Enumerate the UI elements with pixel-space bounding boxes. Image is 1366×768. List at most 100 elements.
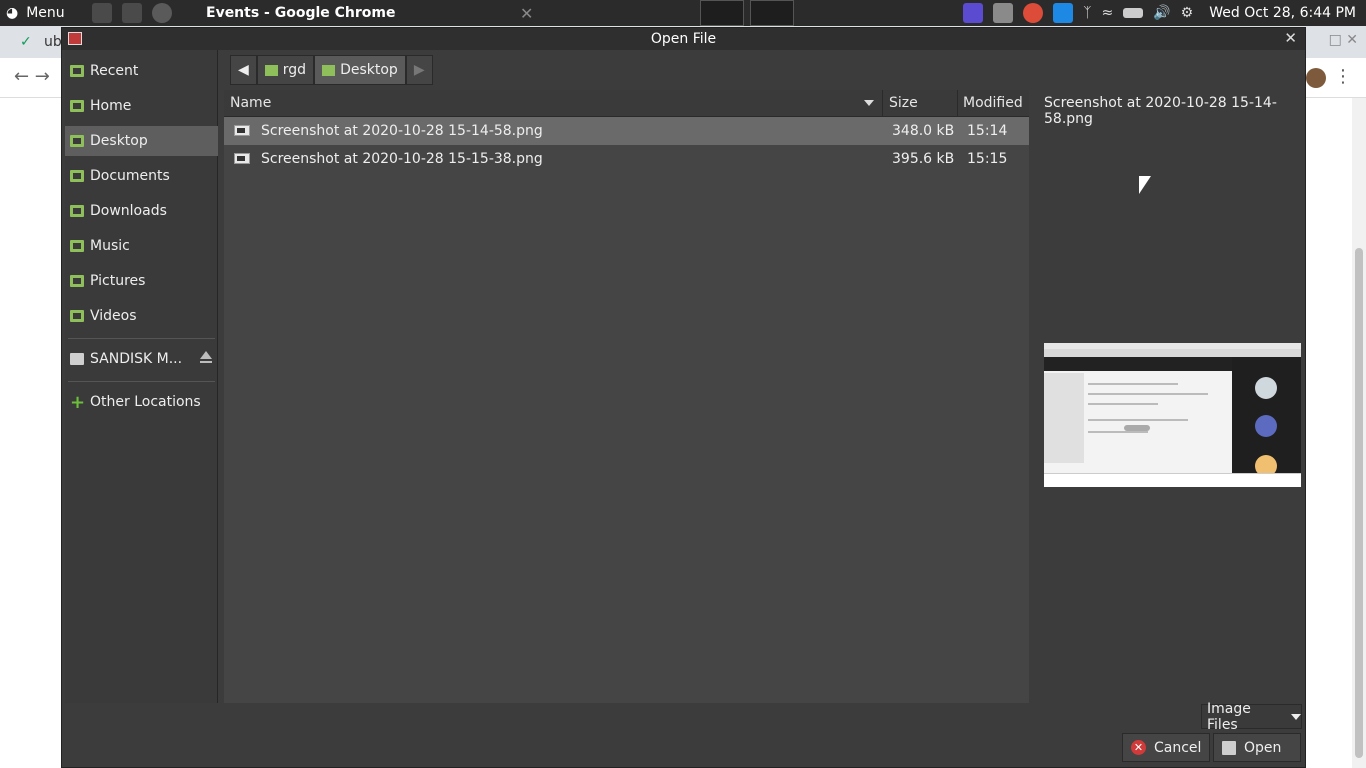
place-documents[interactable]: Documents	[65, 161, 218, 191]
place-music[interactable]: Music	[65, 231, 218, 261]
browser-tab-label[interactable]: ub	[44, 34, 62, 50]
image-file-icon	[234, 125, 250, 136]
chromium-launcher-icon[interactable]	[152, 3, 172, 23]
place-pictures[interactable]: Pictures	[65, 266, 218, 296]
taskbar	[700, 0, 890, 26]
eject-icon[interactable]	[200, 351, 212, 363]
cancel-label: Cancel	[1154, 739, 1202, 756]
desktop-folder-icon	[70, 135, 84, 147]
place-label: Music	[90, 238, 130, 254]
page-scrollbar[interactable]	[1352, 98, 1366, 768]
path-segment-label: Desktop	[340, 62, 398, 78]
place-label: Downloads	[90, 203, 167, 219]
filter-label: Image Files	[1207, 700, 1251, 733]
menu-button[interactable]: ◕ Menu	[0, 5, 80, 21]
place-label: Documents	[90, 168, 170, 184]
column-divider[interactable]	[957, 90, 958, 117]
column-divider[interactable]	[882, 90, 883, 117]
chevron-right-icon: ▶	[413, 62, 425, 78]
downloads-folder-icon	[70, 205, 84, 217]
dialog-app-icon	[68, 32, 82, 45]
file-row[interactable]: Screenshot at 2020-10-28 15-15-38.png 39…	[224, 145, 1029, 173]
chevron-left-icon: ◀	[238, 62, 249, 78]
browser-window-controls-icon[interactable]: □ ✕	[1329, 32, 1358, 48]
clock[interactable]: Wed Oct 28, 6:44 PM	[1209, 5, 1356, 21]
path-segment-desktop[interactable]: Desktop	[314, 55, 406, 85]
path-forward-button[interactable]: ▶	[405, 55, 433, 85]
app-tray-icon[interactable]	[963, 3, 984, 23]
wifi-icon[interactable]: ≈	[1102, 5, 1114, 21]
path-segment-label: rgd	[282, 62, 307, 78]
place-label: Recent	[90, 63, 139, 79]
file-modified: 15:15	[967, 151, 1008, 167]
cancel-icon: ✕	[1131, 740, 1146, 755]
plus-icon: +	[70, 391, 86, 413]
place-downloads[interactable]: Downloads	[65, 196, 218, 226]
taskbar-item-vscode[interactable]	[700, 0, 744, 26]
file-size: 348.0 kB	[892, 123, 955, 139]
music-folder-icon	[70, 240, 84, 252]
videos-folder-icon	[70, 310, 84, 322]
file-name: Screenshot at 2020-10-28 15-15-38.png	[261, 151, 543, 167]
column-modified[interactable]: Modified	[963, 95, 1023, 111]
dialog-titlebar: Open File ✕	[62, 28, 1305, 50]
pictures-folder-icon	[70, 275, 84, 287]
battery-icon[interactable]	[1123, 8, 1144, 18]
open-icon	[1222, 740, 1236, 755]
chrome-tray-icon[interactable]	[1023, 3, 1044, 23]
back-arrow-icon[interactable]: ← →	[14, 66, 50, 87]
settings-gear-icon[interactable]: ⚙	[1181, 5, 1194, 21]
taskbar-item-window[interactable]	[750, 0, 794, 26]
tab-favicon-icon: ✓	[20, 34, 32, 50]
profile-avatar[interactable]	[1306, 68, 1326, 88]
place-recent[interactable]: Recent	[65, 56, 218, 86]
text-editor-launcher-icon[interactable]	[122, 3, 142, 23]
drive-icon	[70, 353, 84, 365]
system-tray: ᛉ ≈ 🔊 ⚙ Wed Oct 28, 6:44 PM	[963, 3, 1366, 23]
mouse-cursor-icon	[1139, 176, 1151, 194]
place-sandisk-drive[interactable]: SANDISK M...	[65, 344, 218, 374]
column-name[interactable]: Name	[230, 95, 271, 111]
place-label: Pictures	[90, 273, 146, 289]
place-label: Other Locations	[90, 394, 201, 410]
open-label: Open	[1244, 739, 1282, 756]
path-bar: ◀ rgd Desktop ▶	[230, 55, 433, 85]
scrollbar-thumb[interactable]	[1355, 248, 1363, 758]
printer-tray-icon[interactable]	[993, 3, 1014, 23]
sidebar-divider	[68, 381, 215, 382]
file-list: Name Size Modified Screenshot at 2020-10…	[224, 90, 1029, 703]
system-panel: ◕ Menu Events - Google Chrome ✕ ᛉ ≈ 🔊 ⚙ …	[0, 0, 1366, 26]
browser-menu-icon[interactable]: ⋮	[1334, 66, 1352, 87]
place-other-locations[interactable]: + Other Locations	[65, 387, 218, 417]
recent-icon	[70, 65, 84, 77]
file-list-header: Name Size Modified	[224, 90, 1029, 117]
volume-icon[interactable]: 🔊	[1153, 5, 1170, 21]
file-row[interactable]: Screenshot at 2020-10-28 15-14-58.png 34…	[224, 117, 1029, 145]
cancel-button[interactable]: ✕ Cancel	[1122, 733, 1211, 762]
place-desktop[interactable]: Desktop	[65, 126, 218, 156]
file-type-filter-dropdown[interactable]: Image Files	[1201, 701, 1302, 733]
place-label: Desktop	[90, 133, 148, 149]
desktop-folder-icon	[322, 64, 336, 76]
sidebar-divider	[68, 338, 215, 339]
column-size[interactable]: Size	[889, 95, 918, 111]
place-videos[interactable]: Videos	[65, 301, 218, 331]
places-sidebar: Recent Home Desktop Documents Downloads …	[65, 50, 218, 703]
sort-descending-icon[interactable]	[864, 100, 874, 106]
place-home[interactable]: Home	[65, 91, 218, 121]
home-folder-icon	[70, 100, 84, 112]
open-button[interactable]: Open	[1213, 733, 1301, 762]
home-folder-icon	[264, 64, 278, 76]
panel-launchers	[80, 3, 190, 23]
preview-thumbnail	[1044, 343, 1301, 487]
place-label: SANDISK M...	[90, 351, 183, 367]
window-close-icon[interactable]: ✕	[520, 4, 700, 23]
dialog-close-icon[interactable]: ✕	[1284, 29, 1297, 47]
vscode-tray-icon[interactable]	[1053, 3, 1074, 23]
path-segment-rgd[interactable]: rgd	[256, 55, 315, 85]
preview-filename: Screenshot at 2020-10-28 15-14-58.png	[1044, 95, 1277, 127]
path-back-button[interactable]: ◀	[230, 55, 257, 85]
code-launcher-icon[interactable]	[92, 3, 112, 23]
bluetooth-icon[interactable]: ᛉ	[1083, 5, 1091, 21]
active-window-title: Events - Google Chrome	[206, 5, 396, 21]
